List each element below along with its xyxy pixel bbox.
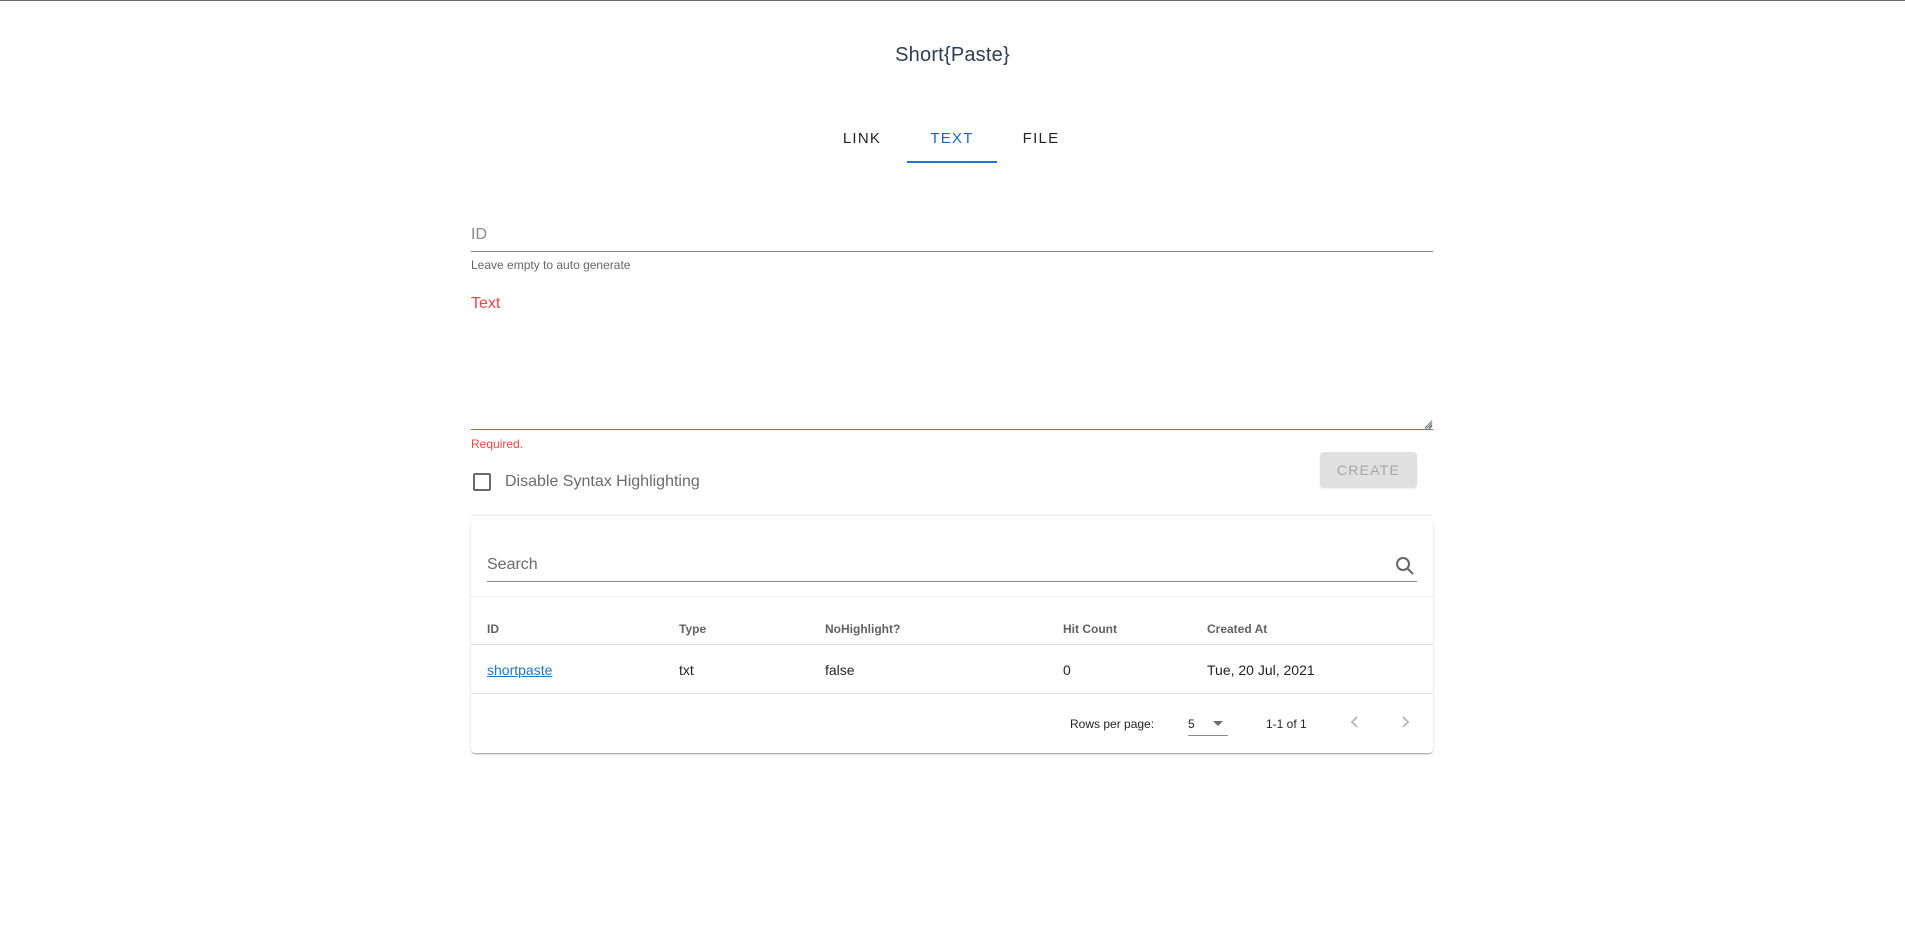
paste-id-link[interactable]: shortpaste (487, 662, 552, 678)
column-header-hit-count[interactable]: Hit Count (1063, 622, 1117, 636)
column-header-nohighlight[interactable]: NoHighlight? (825, 622, 900, 636)
paste-created-at: Tue, 20 Jul, 2021 (1207, 662, 1315, 678)
rows-per-page-value: 5 (1188, 717, 1195, 731)
text-input[interactable] (471, 318, 1433, 430)
resize-handle-icon[interactable] (1423, 418, 1433, 431)
search-input[interactable] (487, 552, 1367, 578)
row-divider (471, 693, 1433, 694)
column-header-id[interactable]: ID (487, 622, 499, 636)
chevron-left-icon[interactable] (1343, 710, 1367, 734)
header-divider (471, 644, 1433, 645)
id-hint: Leave empty to auto generate (471, 258, 631, 272)
paste-nohighlight: false (825, 662, 855, 678)
column-header-created-at[interactable]: Created At (1207, 622, 1267, 636)
checkbox[interactable] (473, 473, 491, 491)
pastes-table: ID Type NoHighlight? Hit Count Created A… (471, 520, 1433, 753)
paste-type: txt (679, 662, 694, 678)
section-divider (471, 515, 1433, 516)
checkbox-label: Disable Syntax Highlighting (505, 473, 700, 490)
app-title: Short{Paste} (895, 44, 1010, 66)
tab-text[interactable]: TEXT (907, 112, 997, 164)
rows-per-page-select[interactable]: 5 (1188, 706, 1228, 736)
id-field (471, 215, 1433, 252)
chevron-right-icon[interactable] (1393, 710, 1417, 734)
text-error-message: Required. (471, 437, 524, 451)
pagination-range: 1-1 of 1 (1266, 717, 1307, 731)
chevron-down-icon (1213, 721, 1223, 726)
search-icon[interactable] (1393, 554, 1417, 578)
tab-file[interactable]: FILE (997, 112, 1085, 164)
top-border (0, 0, 1905, 1)
text-label: Text (471, 295, 501, 312)
paste-hit-count: 0 (1063, 662, 1071, 678)
search-field (487, 550, 1417, 582)
tab-link[interactable]: LINK (817, 112, 907, 164)
disable-syntax-highlighting-option[interactable]: Disable Syntax Highlighting (473, 473, 700, 491)
rows-per-page-label: Rows per page: (1070, 717, 1155, 731)
tab-bar: LINK TEXT FILE (817, 112, 1085, 164)
id-input[interactable] (471, 223, 1433, 247)
divider (471, 596, 1433, 597)
create-button[interactable]: CREATE (1320, 452, 1417, 488)
column-header-type[interactable]: Type (679, 622, 706, 636)
